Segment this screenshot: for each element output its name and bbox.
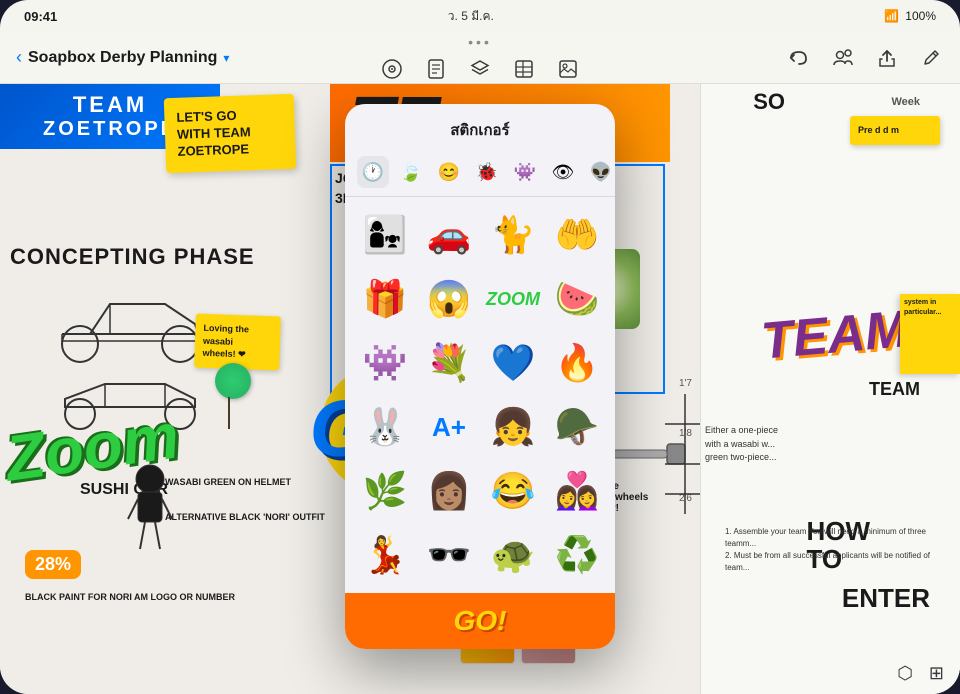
sticker-hands[interactable]: 🤲 (549, 207, 605, 263)
sticker-panel-footer: GO! (345, 593, 615, 649)
sticker-tab-nature[interactable]: 🍃 (395, 156, 427, 188)
status-indicators: 📶 100% (884, 9, 936, 23)
sticker-fire-car[interactable]: 🔥 (549, 335, 605, 391)
sticker-tab-bug[interactable]: 🐞 (471, 156, 503, 188)
grid-view-icon[interactable]: ⊞ (929, 663, 944, 684)
numbered-list: 1. Assemble your team You will need a mi… (725, 526, 945, 574)
back-chevron-icon: ‹ (16, 47, 22, 68)
markup-tool-icon[interactable] (379, 56, 405, 82)
sticker-tab-eye[interactable]: 👁 (547, 156, 579, 188)
sticker-tab-recent[interactable]: 🕐 (357, 156, 389, 188)
sticker-leaf[interactable]: 🌿 (357, 463, 413, 519)
sticker-laugh-cry[interactable]: 😂 (485, 463, 541, 519)
sticker-monster[interactable]: 👾 (357, 335, 413, 391)
ipad-frame: 09:41 ว. 5 มี.ค. 📶 100% ‹ Soapbox Derby … (0, 0, 960, 694)
doc-view-icon[interactable] (423, 56, 449, 82)
status-bar: 09:41 ว. 5 มี.ค. 📶 100% (0, 0, 960, 32)
collaboration-icon[interactable] (830, 45, 856, 71)
sticker-red-car[interactable]: 🚗 (421, 207, 477, 263)
go-sticker-footer[interactable]: GO! (454, 605, 507, 637)
sticker-turtle[interactable]: 🐢 (485, 527, 541, 583)
sticker-cat[interactable]: 🐈 (485, 207, 541, 263)
team-label: TEAM (73, 92, 147, 118)
measurement-1: 1'7 (679, 378, 692, 389)
node-graph-icon[interactable]: ⬡ (897, 663, 913, 684)
canvas-area: TEAM ZOETROPE LET'S GO WITH TEAM ZOETROP… (0, 84, 960, 694)
media-icon[interactable] (555, 56, 581, 82)
sticker-girl-portrait[interactable]: 👧 (485, 399, 541, 455)
mini-sticky-note[interactable]: Loving thewasabiwheels! ❤ (194, 314, 281, 371)
sticker-helmet[interactable]: 🪖 (549, 399, 605, 455)
back-button[interactable]: ‹ (16, 47, 22, 68)
green-lollipop-sticker (215, 363, 251, 399)
layers-icon[interactable] (467, 56, 493, 82)
right-sticky-text: Pre d d m (858, 124, 932, 137)
sticky-note-text: LET'S GO WITH TEAM ZOETROPE (176, 106, 284, 160)
week-label: Week (891, 96, 920, 108)
sticker-tab-alien[interactable]: 👾 (509, 156, 541, 188)
sticker-blue-heart[interactable]: 💙 (485, 335, 541, 391)
toolbar: ‹ Soapbox Derby Planning ▾ ••• (0, 32, 960, 84)
pencil-edit-icon[interactable] (918, 45, 944, 71)
document-title: Soapbox Derby Planning (28, 49, 217, 67)
sticker-watermelon[interactable]: 🍉 (549, 271, 605, 327)
sticker-rabbit[interactable]: 🐰 (357, 399, 413, 455)
status-time: 09:41 (24, 9, 57, 24)
toolbar-right (786, 45, 944, 71)
sticker-woman-sunglasses[interactable]: 🕶️ (421, 527, 477, 583)
nori-figure (110, 464, 190, 564)
so-text: SO (753, 89, 785, 115)
lollipop-stick (228, 397, 230, 429)
sticker-tab-face[interactable]: 👽 (585, 156, 615, 188)
share-icon[interactable] (874, 45, 900, 71)
toolbar-dots: ••• (468, 34, 492, 50)
enter-text: ENTER (842, 583, 930, 614)
edge-sticky-text: system in particular... (904, 298, 956, 318)
sticker-picker-panel: สติกเกอร์ 🕐 🍃 😊 🐞 👾 👁 👽 👩‍👧 🚗 � (345, 104, 615, 649)
sticker-person-child[interactable]: 👩‍👧 (357, 207, 413, 263)
sticker-gift[interactable]: 🎁 (357, 271, 413, 327)
status-date: ว. 5 มี.ค. (448, 7, 494, 26)
sticker-zoom-text[interactable]: ZOOM (485, 271, 541, 327)
edge-sticky[interactable]: system in particular... (900, 294, 960, 374)
sticker-grid: 👩‍👧 🚗 🐈 🤲 🎁 😱 ZOOM 🍉 👾 💐 💙 🔥 🐰 (345, 197, 615, 593)
team-right-label: TEAM (869, 379, 920, 400)
black-paint-annotation: BLACK PAINT FOR NORI AM LOGO OR NUMBER (25, 591, 235, 604)
right-sticky[interactable]: Pre d d m (850, 116, 940, 145)
concepting-phase-label: CONCEPTING PHASE (10, 244, 255, 270)
sticker-panel-title: สติกเกอร์ (345, 104, 615, 150)
sticker-aplus[interactable]: A+ (421, 399, 477, 455)
sticker-woman-dancing[interactable]: 👩🏽 (421, 463, 477, 519)
sticky-note-main[interactable]: LET'S GO WITH TEAM ZOETROPE (164, 94, 297, 173)
zoetrope-label: ZOETROPE (43, 118, 177, 141)
undo-icon[interactable] (786, 45, 812, 71)
sticker-couple[interactable]: 👩‍❤️‍👩 (549, 463, 605, 519)
sticker-tabs: 🕐 🍃 😊 🐞 👾 👁 👽 (345, 150, 615, 197)
sticker-recycle[interactable]: ♻️ (549, 527, 605, 583)
sticker-tab-emoji[interactable]: 😊 (433, 156, 465, 188)
progress-badge: 28% (25, 550, 81, 579)
sticker-face-scream[interactable]: 😱 (421, 271, 477, 327)
screen: 09:41 ว. 5 มี.ค. 📶 100% ‹ Soapbox Derby … (0, 0, 960, 694)
body-text-right-1: Either a one-piecewith a wasabi w...gree… (705, 424, 945, 465)
battery-level: 100% (905, 9, 936, 23)
title-chevron-icon[interactable]: ▾ (223, 51, 229, 65)
sticker-flowers[interactable]: 💐 (421, 335, 477, 391)
table-icon[interactable] (511, 56, 537, 82)
bottom-bar: ⬡ ⊞ (897, 663, 944, 684)
mini-sticky-text: Loving thewasabiwheels! ❤ (202, 322, 272, 362)
sticker-dancer[interactable]: 💃 (357, 527, 413, 583)
wifi-icon: 📶 (884, 9, 899, 23)
